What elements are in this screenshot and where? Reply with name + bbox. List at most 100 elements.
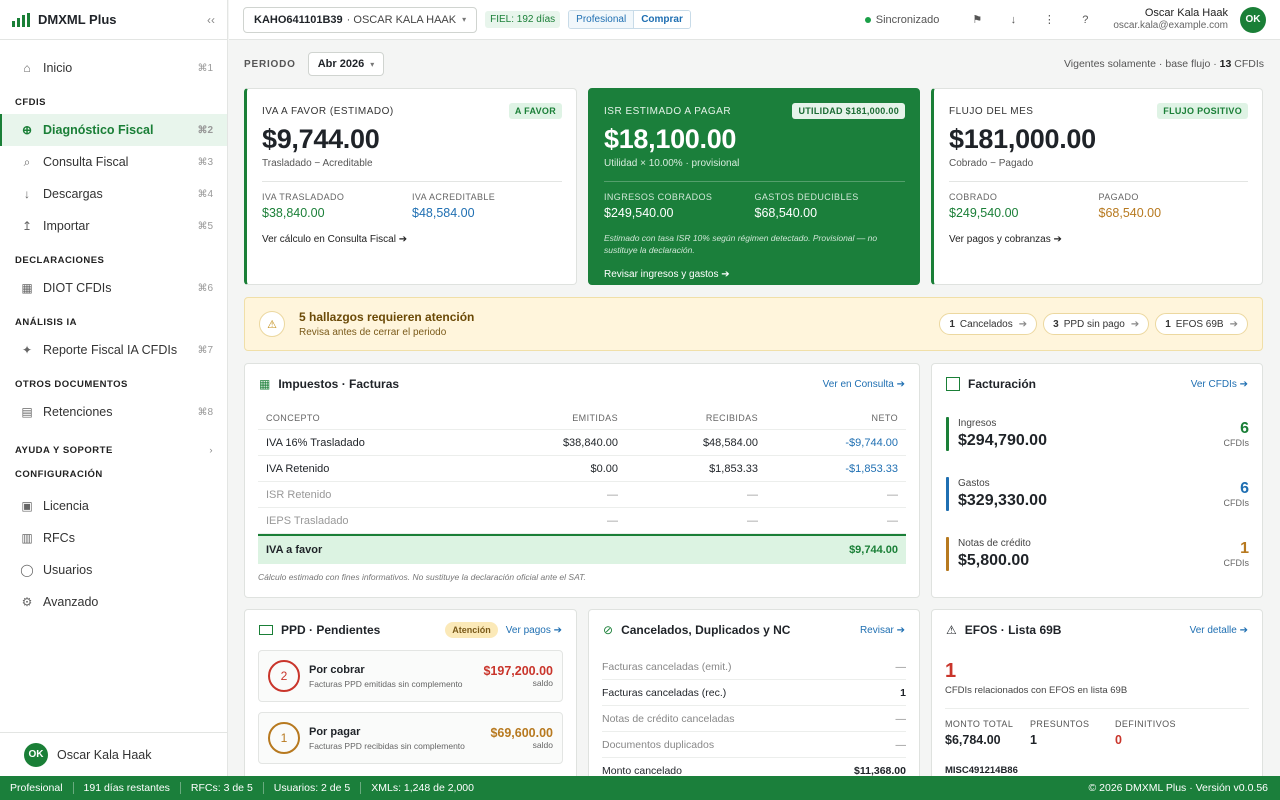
ppd-pagar[interactable]: 1 Por pagar Facturas PPD recibidas sin co… (258, 712, 563, 764)
kpi-link[interactable]: Revisar ingresos y gastos ➔ (604, 269, 905, 280)
chip-count: 1 (949, 318, 955, 330)
table-row: IVA Retenido $0.00 $1,853.33 -$1,853.33 (258, 456, 906, 482)
panel-title: Impuestos · Facturas (278, 377, 400, 391)
sidebar-item-licencia[interactable]: ▣ Licencia (0, 490, 227, 522)
item-title: Por cobrar (309, 663, 365, 676)
status-dot-icon (864, 16, 871, 23)
sidebar-item-descargas[interactable]: ↓ Descargas ⌘4 (0, 178, 227, 210)
status-badge: FLUJO POSITIVO (1157, 103, 1248, 119)
kpi-col-value: $38,840.00 (262, 206, 325, 220)
sidebar-item-diagnostico[interactable]: ⊕ Diagnóstico Fiscal ⌘2 (0, 114, 227, 146)
item-value: $69,600.00 (490, 726, 553, 740)
panel-link[interactable]: Ver detalle ➔ (1190, 625, 1248, 636)
sidebar-item-label: Descargas (43, 187, 103, 201)
periodo-select[interactable]: Abr 2026 ▾ (307, 52, 385, 76)
section-ayuda[interactable]: AYUDA Y SOPORTE › (0, 428, 227, 466)
buy-button[interactable]: Comprar (633, 11, 690, 28)
sidebar-item-usuarios[interactable]: ◯ Usuarios (0, 554, 227, 586)
sidebar-item-consulta[interactable]: ⌕ Consulta Fiscal ⌘3 (0, 146, 227, 178)
panel-link[interactable]: Ver en Consulta ➔ (823, 379, 905, 390)
cell: $0.00 (590, 462, 618, 475)
cell: — (747, 488, 758, 501)
item-value: $329,330.00 (958, 492, 1047, 509)
warning-icon: ⚠ (946, 623, 957, 637)
kpi-link[interactable]: Ver pagos y cobranzas ➔ (949, 234, 1248, 245)
sidebar-item-avanzado[interactable]: ⚙ Avanzado (0, 586, 227, 618)
list-item[interactable]: Notas de crédito $5,800.00 1 CFDIs (946, 524, 1249, 584)
item-value: — (895, 660, 907, 673)
efos-col-label: DEFINITIVOS (1115, 719, 1176, 729)
kpi-sub: Trasladado − Acreditable (262, 158, 373, 169)
sidebar-item-label: Diagnóstico Fiscal (43, 123, 154, 137)
sidebar-item-inicio[interactable]: ⌂ Inicio ⌘1 (0, 52, 227, 84)
impuestos-table: CONCEPTO EMITIDAS RECIBIDAS NETO IVA 16%… (258, 406, 906, 564)
kpi-col-value: $68,540.00 (754, 206, 818, 220)
panel-title: Facturación (968, 377, 1037, 391)
color-bar (946, 537, 949, 571)
more-icon[interactable]: ⋮ (1031, 13, 1067, 26)
section-declaraciones: DECLARACIONES (15, 255, 105, 266)
chip-label: PPD sin pago (1063, 318, 1125, 330)
sidebar-item-rfcs[interactable]: ▥ RFCs (0, 522, 227, 554)
document-icon: ▤ (21, 405, 33, 419)
item-value: — (895, 738, 907, 751)
fiel-badge: FIEL: 192 días (485, 11, 561, 28)
sidebar-item-reporte[interactable]: ✦ Reporte Fiscal IA CFDIs ⌘7 (0, 334, 227, 366)
sync-label: Sincronizado (875, 13, 940, 26)
item-unit: saldo (532, 740, 553, 750)
kpi-col-label: GASTOS DEDUCIBLES (754, 192, 859, 202)
building-icon: ▥ (21, 531, 33, 545)
vigentes-text: Vigentes solamente · base flujo · (1063, 58, 1217, 70)
vigentes-unit: CFDIs (1234, 58, 1264, 70)
item-unit: CFDIs (1223, 498, 1250, 508)
sidebar-user[interactable]: OK Oscar Kala Haak (0, 732, 227, 776)
periodo-value: Abr 2026 (317, 58, 365, 70)
chip-ppd[interactable]: 3 PPD sin pago ➔ (1043, 313, 1150, 335)
total-value: $9,744.00 (849, 544, 898, 556)
app-name: DMXML Plus (38, 12, 117, 27)
item-unit: saldo (532, 678, 553, 688)
rfc-selector[interactable]: KAHO641101B39 · OSCAR KALA HAAK ▾ (243, 6, 478, 33)
shortcut-label: ⌘3 (197, 156, 213, 168)
panel-link[interactable]: Ver pagos ➔ (506, 625, 562, 636)
efos-col-label: PRESUNTOS (1030, 719, 1090, 729)
cell: IEPS Trasladado (266, 514, 349, 527)
count-badge: 2 (268, 660, 300, 692)
item-value: $5,800.00 (958, 552, 1030, 569)
sidebar-item-label: Importar (43, 219, 90, 233)
user-info[interactable]: Oscar Kala Haak oscar.kala@example.com (1113, 7, 1228, 32)
item-value: $294,790.00 (958, 432, 1047, 449)
ppd-cobrar[interactable]: 2 Por cobrar Facturas PPD emitidas sin co… (258, 650, 563, 702)
item-unit: CFDIs (1223, 558, 1250, 568)
sidebar-item-retenciones[interactable]: ▤ Retenciones ⌘8 (0, 396, 227, 428)
kpi-col-label: INGRESOS COBRADOS (604, 192, 713, 202)
color-bar (946, 417, 949, 451)
panel-link[interactable]: Revisar ➔ (860, 625, 905, 636)
sidebar-item-diot[interactable]: ▦ DIOT CFDIs ⌘6 (0, 272, 227, 304)
help-icon[interactable]: ? (1067, 14, 1103, 26)
table-total-row: IVA a favor $9,744.00 (258, 534, 906, 564)
collapse-sidebar-icon[interactable]: ‹‹ (207, 13, 215, 27)
shortcut-label: ⌘7 (197, 344, 213, 356)
sidebar-item-importar[interactable]: ↥ Importar ⌘5 (0, 210, 227, 242)
download-icon[interactable]: ↓ (995, 14, 1031, 26)
panel-link[interactable]: Ver CFDIs ➔ (1191, 379, 1248, 390)
list-item[interactable]: Ingresos $294,790.00 6 CFDIs (946, 404, 1249, 464)
list-item[interactable]: Gastos $329,330.00 6 CFDIs (946, 464, 1249, 524)
kpi-link[interactable]: Ver cálculo en Consulta Fiscal ➔ (262, 234, 562, 245)
user-name: Oscar Kala Haak (1144, 6, 1228, 19)
chip-count: 3 (1053, 318, 1059, 330)
chip-efos[interactable]: 1 EFOS 69B ➔ (1155, 313, 1248, 335)
ppd-panel: PPD · Pendientes Atención Ver pagos ➔ 2 … (244, 609, 577, 789)
arrow-right-icon: ➔ (1130, 318, 1140, 330)
avatar[interactable]: OK (1240, 6, 1266, 33)
count-badge: 1 (268, 722, 300, 754)
cell: $1,853.33 (709, 462, 758, 475)
kpi-sub: Cobrado − Pagado (949, 158, 1034, 169)
kpi-flujo-card: FLUJO DEL MES FLUJO POSITIVO $181,000.00… (931, 88, 1263, 285)
efos-rfc[interactable]: MISC491214B86 (945, 765, 1249, 776)
chip-cancelados[interactable]: 1 Cancelados ➔ (939, 313, 1038, 335)
sidebar-item-label: Licencia (43, 499, 89, 513)
sidebar-item-label: Reporte Fiscal IA CFDIs (43, 343, 178, 357)
flag-icon[interactable]: ⚑ (959, 13, 995, 26)
